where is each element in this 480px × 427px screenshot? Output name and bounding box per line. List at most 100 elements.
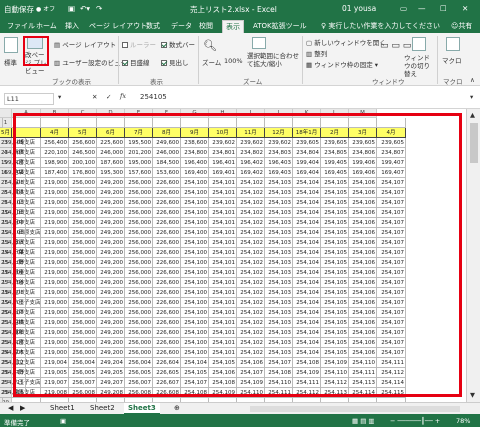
cell[interactable]: 254,107: [377, 258, 406, 268]
cell[interactable]: 199,404: [293, 158, 321, 168]
cell[interactable]: 256,000: [125, 328, 153, 338]
cell[interactable]: 226,600: [153, 248, 181, 258]
cell[interactable]: 219,000: [41, 338, 69, 348]
cell[interactable]: 249,200: [97, 338, 125, 348]
cell[interactable]: 254,100: [181, 178, 209, 188]
cell[interactable]: 254,108: [0, 328, 26, 338]
cell[interactable]: 249,200: [97, 238, 125, 248]
cell[interactable]: 4月: [41, 128, 69, 138]
cell[interactable]: 254,104: [293, 218, 321, 228]
share-button[interactable]: ☺共有: [448, 20, 475, 33]
cell[interactable]: 239,605: [293, 138, 321, 148]
cell[interactable]: 254,104: [293, 248, 321, 258]
cell[interactable]: 12月: [265, 128, 293, 138]
cell[interactable]: 249,200: [97, 308, 125, 318]
cell[interactable]: 254,103: [265, 198, 293, 208]
cell[interactable]: 254,100: [181, 228, 209, 238]
cell[interactable]: 254,100: [181, 278, 209, 288]
cell[interactable]: 254,107: [377, 208, 406, 218]
cell[interactable]: 254,105: [321, 268, 349, 278]
collapse-ribbon-icon[interactable]: ∧: [470, 76, 475, 84]
cell[interactable]: 254,108: [265, 368, 293, 378]
cell[interactable]: [181, 118, 209, 128]
cell[interactable]: 254,101: [209, 208, 237, 218]
cell[interactable]: 234,802: [237, 148, 265, 158]
cell[interactable]: 226,608: [153, 388, 181, 398]
cell[interactable]: 254,103: [265, 328, 293, 338]
cell[interactable]: 226,600: [153, 208, 181, 218]
cell[interactable]: 254,107: [265, 358, 293, 368]
cell[interactable]: [265, 118, 293, 128]
cell[interactable]: 256,000: [69, 278, 97, 288]
cell[interactable]: 7月: [125, 128, 153, 138]
cell[interactable]: 254,101: [209, 278, 237, 288]
cell[interactable]: 249,200: [97, 188, 125, 198]
cell[interactable]: 254,104: [293, 208, 321, 218]
cell[interactable]: [12, 128, 41, 138]
cell[interactable]: 254,102: [237, 348, 265, 358]
cell[interactable]: 239,605: [0, 138, 26, 148]
cell[interactable]: 249,207: [97, 378, 125, 388]
cell[interactable]: 254,101: [209, 238, 237, 248]
cell[interactable]: 254,106: [349, 228, 377, 238]
cell[interactable]: 169,403: [265, 168, 293, 178]
cell[interactable]: 254,103: [265, 228, 293, 238]
cell[interactable]: 254,106: [349, 318, 377, 328]
cell[interactable]: 254,105: [321, 348, 349, 358]
cell[interactable]: 219,007: [41, 378, 69, 388]
cell[interactable]: 254,104: [293, 348, 321, 358]
cell[interactable]: [12, 118, 41, 128]
scroll-down-icon[interactable]: ▼: [470, 391, 475, 399]
cell[interactable]: 256,005: [125, 368, 153, 378]
cell[interactable]: 219,000: [41, 228, 69, 238]
cell[interactable]: 254,108: [0, 208, 26, 218]
cell[interactable]: 254,105: [321, 248, 349, 258]
cell[interactable]: 254,100: [181, 248, 209, 258]
cell[interactable]: 225,600: [97, 138, 125, 148]
cell[interactable]: 195,000: [125, 158, 153, 168]
cell[interactable]: 254,102: [237, 248, 265, 258]
undo-icon[interactable]: ↶▾: [80, 4, 90, 13]
column-header[interactable]: F: [153, 109, 181, 118]
redo-icon[interactable]: ↷: [96, 4, 102, 13]
cell[interactable]: 239,605: [377, 138, 406, 148]
cell[interactable]: 254,105: [321, 238, 349, 248]
cell[interactable]: 238,600: [181, 138, 209, 148]
column-header[interactable]: I: [237, 109, 265, 118]
cell[interactable]: 254,103: [265, 218, 293, 228]
cell[interactable]: 219,000: [41, 238, 69, 248]
column-header[interactable]: H: [209, 109, 237, 118]
cell[interactable]: 256,000: [69, 338, 97, 348]
cell[interactable]: 254,105: [181, 368, 209, 378]
zoom-to-selection-icon[interactable]: [252, 37, 266, 49]
cell[interactable]: 254,107: [377, 278, 406, 288]
cell[interactable]: 254,106: [349, 278, 377, 288]
column-header[interactable]: E: [125, 109, 153, 118]
maximize-icon[interactable]: ☐: [440, 4, 447, 13]
cell[interactable]: 254,102: [237, 188, 265, 198]
cell[interactable]: 254,106: [349, 178, 377, 188]
cell[interactable]: 226,600: [153, 298, 181, 308]
cell[interactable]: 254,102: [237, 338, 265, 348]
cell[interactable]: 256,000: [125, 338, 153, 348]
cell[interactable]: 254,100: [181, 318, 209, 328]
cell[interactable]: 234,808: [0, 148, 26, 158]
cell[interactable]: 254,111: [377, 358, 406, 368]
cell[interactable]: 254,103: [265, 208, 293, 218]
macros-button[interactable]: マクロ: [442, 55, 462, 65]
cell[interactable]: 226,600: [153, 178, 181, 188]
cell[interactable]: 254,104: [293, 328, 321, 338]
cell[interactable]: 249,200: [97, 348, 125, 358]
cell[interactable]: 254,100: [181, 218, 209, 228]
cell[interactable]: 254,100: [181, 188, 209, 198]
cell[interactable]: 254,104: [181, 358, 209, 368]
cell[interactable]: 254,104: [293, 288, 321, 298]
ribbon-display-icon[interactable]: ▭: [400, 4, 407, 13]
cell[interactable]: 254,111: [349, 368, 377, 378]
cell[interactable]: 219,000: [41, 248, 69, 258]
cell[interactable]: 226,600: [153, 258, 181, 268]
cell[interactable]: 196,401: [209, 158, 237, 168]
cell[interactable]: 254,113: [0, 368, 26, 378]
cell[interactable]: 199,406: [349, 158, 377, 168]
cell[interactable]: [209, 118, 237, 128]
